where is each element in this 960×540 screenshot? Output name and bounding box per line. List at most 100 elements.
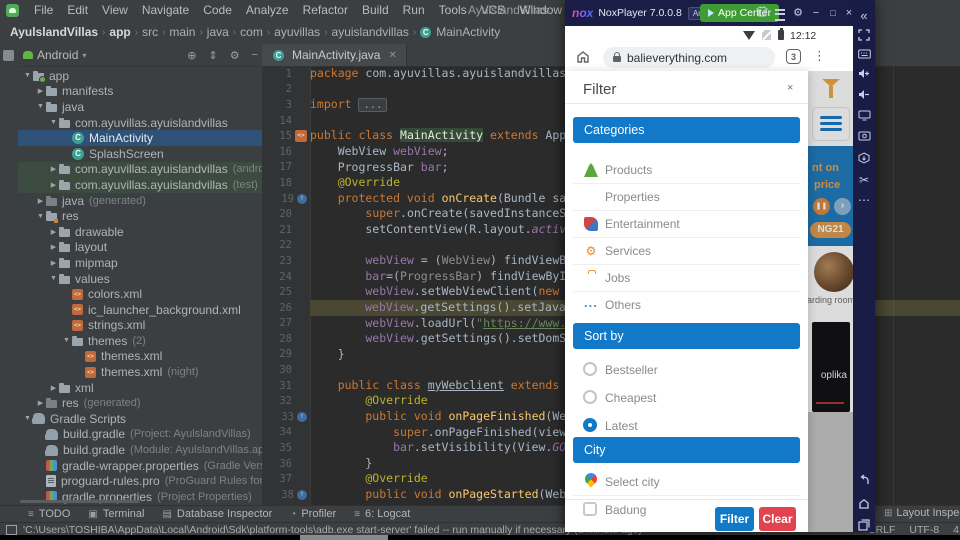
tool-button-terminal[interactable]: ▣ Terminal [88,508,144,520]
breadcrumb-item[interactable]: app [107,25,132,39]
volume-up-icon[interactable] [853,68,875,79]
tree-expand-arrow[interactable]: ▼ [48,119,59,126]
tree-collapse-arrow[interactable]: ▶ [35,399,46,407]
tree-collapse-arrow[interactable]: ▶ [48,384,59,392]
category-item-products[interactable]: Products [565,157,808,184]
breadcrumb-item[interactable]: AyulslandVillas [8,25,100,39]
more-icon[interactable]: ⋯ [853,193,875,207]
tree-collapse-arrow[interactable]: ▶ [48,243,59,251]
breadcrumb-item[interactable]: com [238,25,265,39]
tree-item[interactable]: ▶ com.ayuvillas.ayuislandvillas (test) [18,177,262,193]
tree-item[interactable]: ▼ java [18,99,262,115]
hide-panel-icon[interactable]: − [248,49,262,61]
tree-expand-arrow[interactable]: ▼ [22,72,33,79]
nox-menu-icon[interactable] [773,6,787,21]
select-city-row[interactable]: Select city [565,469,808,496]
category-item-entertainment[interactable]: Entertainment [565,211,808,238]
tree-item[interactable]: <> colors.xml [18,286,262,302]
nav-home-icon[interactable] [853,498,875,510]
tree-item[interactable]: C SplashScreen [18,146,262,162]
encoding-indicator[interactable]: UTF-8 [909,524,939,536]
menu-file[interactable]: File [27,1,60,19]
keyboard-icon[interactable] [853,49,875,59]
nav-recents-icon[interactable] [853,519,875,531]
tree-expand-arrow[interactable]: ▼ [35,103,46,110]
collapse-all-icon[interactable]: ⇕ [204,49,221,62]
tree-expand-arrow[interactable]: ▼ [61,337,72,344]
console-icon[interactable] [6,524,17,535]
horizontal-scrollbar[interactable] [20,500,140,503]
overriding-method-icon[interactable]: ↑ [297,193,307,204]
indent-indicator[interactable]: 4 spaces [953,524,960,536]
tree-item[interactable]: ▼ app [18,68,262,84]
tree-expand-arrow[interactable]: ▼ [48,275,59,282]
sort-option-bestseller[interactable]: Bestseller [565,357,808,384]
radio-selected[interactable] [583,418,597,432]
category-item-services[interactable]: ⚙ Services [565,238,808,265]
tree-item[interactable]: ▶ mipmap [18,255,262,271]
related-xml-icon[interactable]: <> [295,130,307,143]
fullscreen-icon[interactable] [853,29,875,41]
tree-item[interactable]: proguard-rules.pro (ProGuard Rules for Ay… [18,473,262,489]
tree-item[interactable]: ▼ res [18,208,262,224]
tree-item[interactable]: ▼ themes (2) [18,333,262,349]
monitor-icon[interactable] [853,110,875,121]
nox-minimize-icon[interactable]: − [809,6,823,20]
tree-item[interactable]: ▶ drawable [18,224,262,240]
theme-shirt-icon[interactable] [755,6,769,20]
sort-option-latest[interactable]: Latest [565,413,808,440]
tree-collapse-arrow[interactable]: ▶ [48,181,59,189]
project-view-selector[interactable]: Android [37,48,78,62]
breadcrumb-item[interactable]: src [140,25,160,39]
category-item-jobs[interactable]: Jobs [565,265,808,292]
tool-button-database-inspector[interactable]: ▤ Database Inspector [162,508,272,520]
tree-item[interactable]: gradle-wrapper.properties (Gradle Version… [18,458,262,474]
tree-item[interactable]: ▶ xml [18,380,262,396]
breadcrumb-item[interactable]: ayuvillas [272,25,322,39]
tool-button-profiler[interactable]: ◔ Profiler [290,508,336,520]
close-tab-icon[interactable]: ✕ [388,50,396,61]
project-tool-icon[interactable] [3,50,14,61]
sort-option-cheapest[interactable]: Cheapest [565,385,808,412]
url-bar[interactable]: balieverything.com [603,47,775,68]
tab-count-button[interactable]: 3 [786,49,801,64]
tree-item[interactable]: <> ic_launcher_background.xml [18,302,262,318]
overriding-method-icon[interactable]: ↑ [297,411,307,422]
tree-item[interactable]: ▶ java (generated) [18,193,262,209]
tree-item[interactable]: <> strings.xml [18,318,262,334]
category-item-properties[interactable]: Properties [565,184,808,211]
tab-mainactivity[interactable]: C MainActivity.java ✕ [262,44,407,66]
breadcrumb-item[interactable]: MainActivity [434,25,502,39]
menu-refactor[interactable]: Refactor [296,1,355,19]
nox-settings-gear-icon[interactable]: ⚙ [791,6,805,20]
filter-clear-button[interactable]: Clear [759,507,796,531]
menu-edit[interactable]: Edit [60,1,95,19]
tree-item[interactable]: ▶ res (generated) [18,395,262,411]
volume-down-icon[interactable] [853,89,875,100]
menu-code[interactable]: Code [196,1,239,19]
locate-file-icon[interactable]: ⊕ [183,49,200,62]
settings-gear-icon[interactable]: ⚙ [226,49,244,62]
layout-inspector-button[interactable]: ⊞ Layout Inspector [884,507,960,519]
breadcrumb-item[interactable]: main [167,25,197,39]
dialog-close-icon[interactable]: × [787,82,793,94]
breadcrumb-item[interactable]: ayuislandvillas [330,25,411,39]
checkbox-unchecked[interactable] [583,502,597,516]
tree-collapse-arrow[interactable]: ▶ [48,228,59,236]
radio-unselected[interactable] [583,362,597,376]
browser-home-icon[interactable] [576,50,590,64]
tree-collapse-arrow[interactable]: ▶ [35,87,46,95]
tree-expand-arrow[interactable]: ▼ [35,213,46,220]
tree-item[interactable]: ▶ com.ayuvillas.ayuislandvillas (androidTe… [18,161,262,178]
tree-item[interactable]: build.gradle (Project: AyulslandVillas) [18,427,262,443]
tree-item[interactable]: ▼ values [18,271,262,287]
browser-menu-icon[interactable]: ⋮ [813,48,826,64]
cut-icon[interactable]: ✂ [853,173,875,187]
tree-item[interactable]: ▶ manifests [18,84,262,100]
tree-item[interactable]: ▼ com.ayuvillas.ayuislandvillas [18,115,262,131]
menu-run[interactable]: Run [396,1,432,19]
tree-item[interactable]: C MainActivity [18,130,262,146]
tree-item[interactable]: <> themes.xml [18,349,262,365]
tree-item[interactable]: <> themes.xml (night) [18,364,262,380]
nav-back-icon[interactable] [853,474,875,486]
